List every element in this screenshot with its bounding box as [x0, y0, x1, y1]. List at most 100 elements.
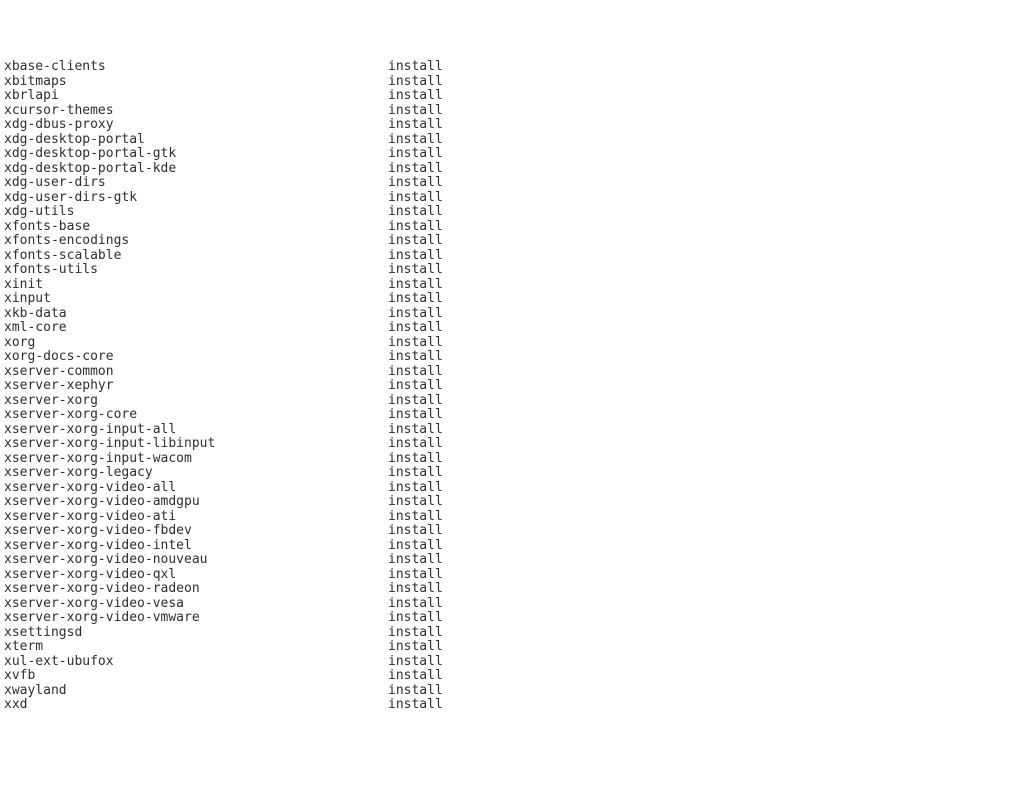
package-row: xserver-xorg-input-libinputinstall	[4, 437, 1020, 452]
package-row: xorginstall	[4, 336, 1020, 351]
package-name: xfonts-utils	[4, 263, 388, 278]
package-row: xserver-xorg-video-fbdevinstall	[4, 524, 1020, 539]
package-row: xinitinstall	[4, 278, 1020, 293]
package-status: install	[388, 278, 443, 293]
package-name: xserver-xorg	[4, 394, 388, 409]
package-row: xorg-docs-coreinstall	[4, 350, 1020, 365]
package-status: install	[388, 292, 443, 307]
package-name: xserver-xorg-video-amdgpu	[4, 495, 388, 510]
package-status: install	[388, 495, 443, 510]
package-name: xorg	[4, 336, 388, 351]
package-name: xinput	[4, 292, 388, 307]
package-row: xvfbinstall	[4, 669, 1020, 684]
package-status: install	[388, 394, 443, 409]
package-row: xxdinstall	[4, 698, 1020, 713]
package-status: install	[388, 698, 443, 713]
package-name: xserver-xorg-video-vesa	[4, 597, 388, 612]
package-status: install	[388, 568, 443, 583]
package-status: install	[388, 104, 443, 119]
package-row: xdg-desktop-portal-gtkinstall	[4, 147, 1020, 162]
package-name: xkb-data	[4, 307, 388, 322]
package-row: xml-coreinstall	[4, 321, 1020, 336]
package-row: xfonts-scalableinstall	[4, 249, 1020, 264]
package-name: xserver-xorg-video-all	[4, 481, 388, 496]
package-status: install	[388, 249, 443, 264]
package-name: xdg-user-dirs	[4, 176, 388, 191]
package-status: install	[388, 75, 443, 90]
package-name: xorg-docs-core	[4, 350, 388, 365]
package-row: xserver-xorg-video-intelinstall	[4, 539, 1020, 554]
package-row: xserver-xorg-video-vesainstall	[4, 597, 1020, 612]
package-row: xserver-commoninstall	[4, 365, 1020, 380]
package-status: install	[388, 263, 443, 278]
package-status: install	[388, 408, 443, 423]
package-row: xserver-xorg-coreinstall	[4, 408, 1020, 423]
package-status: install	[388, 176, 443, 191]
package-row: xbitmapsinstall	[4, 75, 1020, 90]
package-row: xdg-dbus-proxyinstall	[4, 118, 1020, 133]
package-status: install	[388, 147, 443, 162]
package-name: xinit	[4, 278, 388, 293]
package-name: xterm	[4, 640, 388, 655]
package-name: xserver-xorg-video-qxl	[4, 568, 388, 583]
package-row: xserver-xorg-video-vmwareinstall	[4, 611, 1020, 626]
package-name: xdg-user-dirs-gtk	[4, 191, 388, 206]
package-status: install	[388, 553, 443, 568]
package-status: install	[388, 539, 443, 554]
package-status: install	[388, 365, 443, 380]
package-status: install	[388, 524, 443, 539]
package-name: xxd	[4, 698, 388, 713]
package-name: xserver-xorg-input-libinput	[4, 437, 388, 452]
package-status: install	[388, 582, 443, 597]
package-name: xserver-xorg-video-ati	[4, 510, 388, 525]
package-name: xserver-xorg-video-fbdev	[4, 524, 388, 539]
package-status: install	[388, 234, 443, 249]
package-status: install	[388, 162, 443, 177]
package-name: xserver-xephyr	[4, 379, 388, 394]
package-status: install	[388, 118, 443, 133]
package-name: xserver-xorg-legacy	[4, 466, 388, 481]
package-row: xinputinstall	[4, 292, 1020, 307]
package-row: xserver-xorg-video-nouveauinstall	[4, 553, 1020, 568]
package-status: install	[388, 684, 443, 699]
package-row: xserver-xephyrinstall	[4, 379, 1020, 394]
package-name: xsettingsd	[4, 626, 388, 641]
package-row: xdg-desktop-portalinstall	[4, 133, 1020, 148]
package-name: xserver-common	[4, 365, 388, 380]
package-name: xserver-xorg-video-vmware	[4, 611, 388, 626]
package-row: xdg-user-dirs-gtkinstall	[4, 191, 1020, 206]
package-status: install	[388, 481, 443, 496]
package-row: xdg-user-dirsinstall	[4, 176, 1020, 191]
package-name: xbitmaps	[4, 75, 388, 90]
package-row: xserver-xorg-video-qxlinstall	[4, 568, 1020, 583]
package-list: xbase-clientsinstallxbitmapsinstallxbrla…	[4, 60, 1020, 713]
package-row: xserver-xorg-input-wacominstall	[4, 452, 1020, 467]
package-name: xfonts-encodings	[4, 234, 388, 249]
package-name: xwayland	[4, 684, 388, 699]
package-name: xserver-xorg-core	[4, 408, 388, 423]
package-row: xfonts-baseinstall	[4, 220, 1020, 235]
package-row: xserver-xorg-video-amdgpuinstall	[4, 495, 1020, 510]
package-status: install	[388, 321, 443, 336]
package-row: xserver-xorg-input-allinstall	[4, 423, 1020, 438]
package-status: install	[388, 640, 443, 655]
package-status: install	[388, 379, 443, 394]
package-name: xvfb	[4, 669, 388, 684]
package-name: xdg-dbus-proxy	[4, 118, 388, 133]
package-status: install	[388, 423, 443, 438]
package-row: xfonts-encodingsinstall	[4, 234, 1020, 249]
package-status: install	[388, 669, 443, 684]
package-status: install	[388, 626, 443, 641]
package-name: xserver-xorg-video-radeon	[4, 582, 388, 597]
package-name: xfonts-base	[4, 220, 388, 235]
package-name: xserver-xorg-input-wacom	[4, 452, 388, 467]
package-row: xserver-xorg-legacyinstall	[4, 466, 1020, 481]
package-name: xdg-utils	[4, 205, 388, 220]
package-status: install	[388, 466, 443, 481]
package-name: xbase-clients	[4, 60, 388, 75]
package-name: xdg-desktop-portal	[4, 133, 388, 148]
package-status: install	[388, 611, 443, 626]
package-row: xbase-clientsinstall	[4, 60, 1020, 75]
package-status: install	[388, 307, 443, 322]
package-row: xkb-datainstall	[4, 307, 1020, 322]
